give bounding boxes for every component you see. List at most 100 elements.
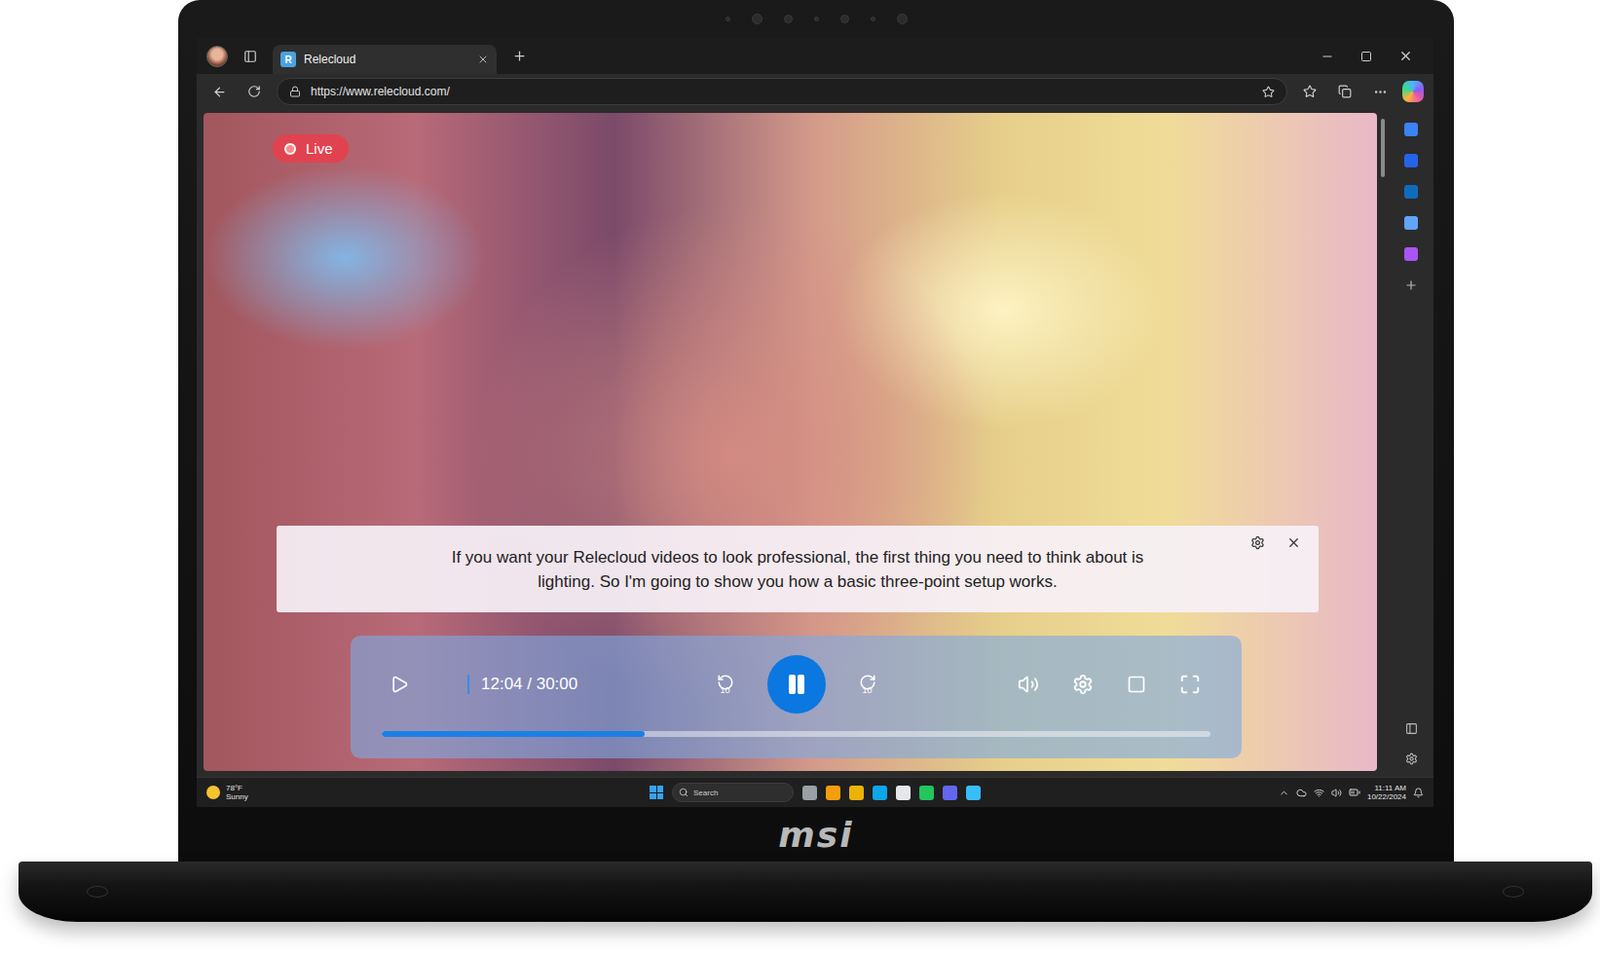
sidebar-app-icon[interactable] <box>1404 153 1418 168</box>
taskbar-app-icon[interactable] <box>966 785 981 801</box>
battery-icon[interactable] <box>1348 786 1361 799</box>
maximize-button[interactable] <box>1353 43 1379 70</box>
miniplayer-button[interactable] <box>1126 674 1147 695</box>
profile-avatar[interactable] <box>206 45 228 68</box>
pause-icon <box>784 672 809 697</box>
sensor-dot <box>814 16 819 22</box>
windows-logo-icon[interactable] <box>649 785 664 800</box>
more-button[interactable] <box>1367 78 1393 105</box>
settings-button[interactable] <box>1072 673 1094 696</box>
back-button[interactable] <box>206 78 232 105</box>
sidebar-app-icon[interactable] <box>1404 185 1418 199</box>
hide-sidebar-icon[interactable] <box>1405 722 1418 736</box>
wifi-icon[interactable] <box>1313 787 1325 799</box>
search-placeholder: Search <box>693 788 718 798</box>
clock-date: 10/22/2024 <box>1367 792 1407 802</box>
controls-center: 10 10 <box>716 655 877 714</box>
page: RRelecloudhttps://www.relecloud.com/Live… <box>0 0 1600 954</box>
skip-back-button[interactable]: 10 <box>716 673 735 696</box>
taskbar-app-icon[interactable] <box>895 785 911 801</box>
controls-right <box>876 673 1212 696</box>
progress-track[interactable] <box>381 731 1211 738</box>
maximize-icon <box>1360 50 1373 63</box>
taskbar-app-icon[interactable] <box>942 785 958 801</box>
favorites-button[interactable] <box>1297 78 1323 105</box>
caption-text: If you want your Relecloud videos to loo… <box>432 545 1163 595</box>
chevron-up-icon[interactable] <box>1278 787 1290 799</box>
collections-icon <box>1338 84 1352 99</box>
close-icon[interactable] <box>1286 535 1302 551</box>
skip-forward-button[interactable]: 10 <box>858 673 877 696</box>
camera-lens <box>840 14 850 24</box>
clock[interactable]: 11:11 AM10/22/2024 <box>1367 783 1407 802</box>
more-icon <box>1373 84 1388 100</box>
play-button[interactable] <box>389 674 410 695</box>
close-icon[interactable] <box>477 53 489 66</box>
taskbar-app-icon[interactable] <box>919 785 934 801</box>
taskbar-app-icon[interactable] <box>872 785 888 801</box>
screen: RRelecloudhttps://www.relecloud.com/Live… <box>196 37 1434 808</box>
refresh-button[interactable] <box>241 78 267 105</box>
gear-icon[interactable] <box>1250 535 1266 551</box>
scrollbar[interactable] <box>1376 112 1389 772</box>
volume-button[interactable] <box>1017 673 1040 696</box>
laptop-lid: RRelecloudhttps://www.relecloud.com/Live… <box>178 0 1454 862</box>
taskbar-search[interactable]: Search <box>671 782 794 803</box>
camera-lens <box>751 13 763 25</box>
new-tab-button[interactable] <box>506 43 532 70</box>
play-pause-button[interactable] <box>767 655 826 714</box>
camera-lens <box>896 13 908 25</box>
camera-strip <box>178 0 1454 38</box>
volume-icon[interactable] <box>1331 787 1342 799</box>
close-icon <box>1398 48 1414 64</box>
laptop-base <box>18 861 1593 923</box>
browser-tab[interactable]: RRelecloud <box>272 44 497 75</box>
fullscreen-icon <box>1179 673 1201 696</box>
controls-row: 12:04 / 30:001010 <box>381 653 1211 716</box>
address-row: https://www.relecloud.com/ <box>196 74 1434 110</box>
cloud-icon[interactable] <box>1296 787 1307 799</box>
sun-icon <box>206 785 221 800</box>
skip-back-label: 10 <box>719 685 730 696</box>
tab-row: RRelecloud <box>196 37 1434 75</box>
copilot-icon[interactable] <box>1402 80 1424 103</box>
taskbar-center: Search <box>649 782 981 803</box>
favorite-star-icon[interactable] <box>1262 85 1275 99</box>
live-dot <box>284 143 297 155</box>
lock-icon <box>289 85 301 98</box>
sidebar-app-icon[interactable] <box>1404 122 1418 137</box>
vertical-tabs-button[interactable] <box>237 43 263 70</box>
gear-icon <box>1072 673 1094 696</box>
edge-sidebar <box>1388 112 1434 772</box>
taskbar-app-icon[interactable] <box>849 785 864 801</box>
taskbar-app-icon[interactable] <box>825 785 841 801</box>
bell-icon[interactable] <box>1413 787 1424 799</box>
collections-button[interactable] <box>1332 78 1358 105</box>
weather-widget[interactable]: 78°FSunny <box>206 783 650 802</box>
search-icon <box>678 787 689 798</box>
video-frame[interactable]: Live If you want your Relecloud videos to… <box>203 112 1377 772</box>
minimize-icon <box>1320 49 1335 64</box>
close-button[interactable] <box>1392 43 1418 70</box>
add-icon[interactable] <box>1404 278 1418 293</box>
fullscreen-button[interactable] <box>1179 673 1201 696</box>
sidebar-app-icon[interactable] <box>1404 216 1418 230</box>
miniplayer-icon <box>1126 674 1147 695</box>
live-caption-box: If you want your Relecloud videos to loo… <box>276 525 1319 613</box>
scroll-thumb[interactable] <box>1380 118 1385 178</box>
live-badge: Live <box>272 134 349 163</box>
caption-tools <box>1250 535 1302 551</box>
content-row: Live If you want your Relecloud videos to… <box>196 109 1434 778</box>
controls-left: 12:04 / 30:00 <box>381 674 717 695</box>
taskbar-app-icon[interactable] <box>802 785 818 801</box>
gear-icon[interactable] <box>1405 752 1418 766</box>
sidebar-app-icon[interactable] <box>1404 247 1418 261</box>
address-bar[interactable]: https://www.relecloud.com/ <box>276 77 1288 106</box>
sensor-dot <box>870 16 876 22</box>
laptop-chin: msi <box>178 807 1454 862</box>
brand-logo: msi <box>778 815 854 856</box>
weather-text: 78°FSunny <box>225 783 249 802</box>
refresh-icon <box>247 84 261 99</box>
minimize-button[interactable] <box>1314 43 1340 70</box>
play-icon <box>389 674 410 695</box>
